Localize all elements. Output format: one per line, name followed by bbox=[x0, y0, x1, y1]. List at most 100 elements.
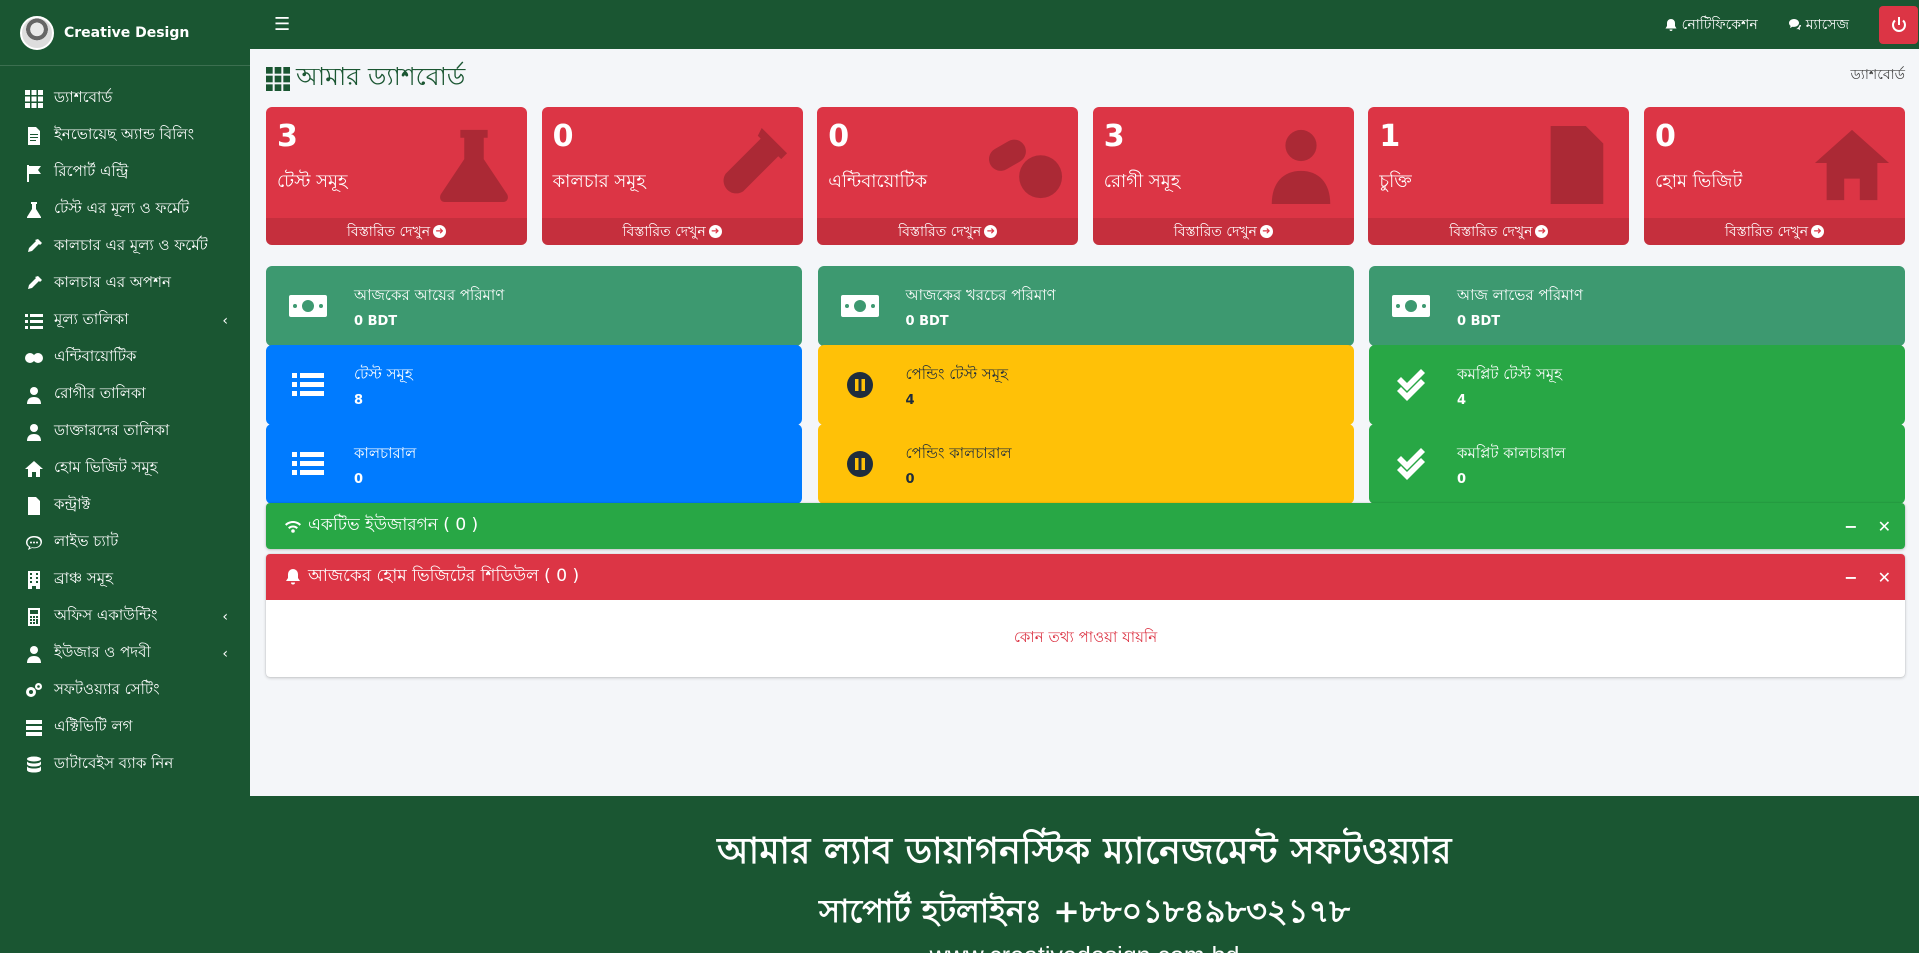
more-info-link[interactable]: বিস্তারিত দেখুন ➜ bbox=[266, 218, 527, 245]
info-box-title: আজকের খরচের পরিমাণ bbox=[905, 285, 1056, 304]
sidebar-item-price-list[interactable]: মূল্য তালিকা ‹ bbox=[0, 302, 250, 339]
arrow-circle-right-icon: ➜ bbox=[984, 225, 998, 238]
pause-circle-icon bbox=[830, 355, 890, 415]
arrow-circle-right-icon: ➜ bbox=[1811, 225, 1825, 238]
sidebar-item-contract[interactable]: কন্ট্রাক্ট bbox=[0, 487, 250, 524]
list-icon bbox=[278, 434, 338, 494]
list-icon bbox=[278, 355, 338, 415]
eyedropper-icon bbox=[24, 274, 44, 294]
sidebar-item-antibiotic[interactable]: এন্টিবায়োটিক bbox=[0, 339, 250, 376]
sidebar-item-label: রিপোর্ট এন্ট্রি bbox=[54, 162, 129, 180]
top-navbar: ☰ নোটিফিকেশন ম্যাসেজ bbox=[250, 0, 1919, 49]
sidebar-item-database-backup[interactable]: ডাটাবেইস ব্যাক নিন bbox=[0, 746, 250, 783]
chevron-left-icon: ‹ bbox=[222, 645, 228, 662]
hamburger-menu-icon[interactable]: ☰ bbox=[274, 14, 290, 35]
info-box-value: 4 bbox=[905, 392, 915, 408]
sidebar-item-dashboard[interactable]: ড্যাশবোর্ড bbox=[0, 80, 250, 117]
contract-icon bbox=[24, 496, 44, 516]
notification-link[interactable]: নোটিফিকেশন bbox=[1664, 13, 1758, 37]
arrow-circle-right-icon: ➜ bbox=[708, 225, 722, 238]
sidebar-item-test-price[interactable]: টেস্ট এর মূল্য ও ফর্মেট bbox=[0, 191, 250, 228]
info-box-value: 0 bbox=[354, 471, 364, 487]
pills-icon bbox=[24, 348, 44, 368]
page-header: আমার ড্যাশবোর্ড bbox=[266, 57, 465, 100]
sidebar-item-patients[interactable]: রোগীর তালিকা bbox=[0, 376, 250, 413]
more-info-link[interactable]: বিস্তারিত দেখুন ➜ bbox=[817, 218, 1079, 245]
sidebar-item-label: মূল্য তালিকা bbox=[54, 310, 129, 328]
sidebar-item-branches[interactable]: ব্রাঞ্চ সমূহ bbox=[0, 561, 250, 598]
more-info-link[interactable]: বিস্তারিত দেখুন ➜ bbox=[1092, 218, 1354, 245]
stat-label: টেস্ট সমূহ bbox=[277, 171, 348, 192]
stat-value: 3 bbox=[277, 119, 298, 154]
sidebar-item-label: অফিস একাউন্টিং bbox=[54, 606, 158, 624]
database-icon bbox=[24, 755, 44, 775]
contract-icon bbox=[1537, 125, 1615, 205]
info-box-income: আজকের আয়ের পরিমাণ 0 BDT bbox=[266, 266, 802, 346]
chat-icon bbox=[24, 533, 44, 553]
info-box-cultures: কালচারাল 0 bbox=[266, 424, 802, 504]
stat-label: চুক্তি bbox=[1379, 171, 1412, 192]
more-info-link[interactable]: বিস্তারিত দেখুন ➜ bbox=[1643, 218, 1905, 245]
minimize-icon[interactable]: − bbox=[1844, 568, 1857, 587]
brand[interactable]: Creative Design bbox=[0, 0, 250, 66]
footer-website: www.creativedesign.com.bd bbox=[250, 942, 1919, 953]
info-box-value: 0 BDT bbox=[354, 313, 398, 329]
flask-icon bbox=[24, 200, 44, 220]
message-link[interactable]: ম্যাসেজ bbox=[1788, 13, 1849, 37]
logout-button[interactable] bbox=[1879, 5, 1918, 44]
close-icon[interactable]: ✕ bbox=[1878, 517, 1891, 536]
breadcrumb[interactable]: ড্যাশবোর্ড bbox=[1851, 63, 1906, 87]
sidebar-item-activity-log[interactable]: এক্টিভিটি লগ bbox=[0, 709, 250, 746]
footer-hotline: সাপোর্ট হটলাইনঃ +৮৮০১৮৪৯৮৩২১৭৮ bbox=[818, 892, 1351, 930]
sidebar-item-label: হোম ভিজিট সমূহ bbox=[54, 458, 158, 476]
brand-name: Creative Design bbox=[64, 24, 190, 41]
sidebar-item-office-accounting[interactable]: অফিস একাউন্টিং ‹ bbox=[0, 598, 250, 635]
footer-banner: আমার ল্যাব ডায়াগনস্টিক ম্যানেজমেন্ট সফট… bbox=[250, 796, 1919, 953]
sidebar-item-home-visits[interactable]: হোম ভিজিট সমূহ bbox=[0, 450, 250, 487]
sidebar-item-culture-option[interactable]: কালচার এর অপশন bbox=[0, 265, 250, 302]
sidebar: Creative Design ড্যাশবোর্ড ইনভোয়েছ অ্যা… bbox=[0, 0, 250, 953]
stat-box-tests: 3 টেস্ট সমূহ বিস্তারিত দেখুন ➜ bbox=[266, 107, 527, 245]
card-title: একটিভ ইউজারগন ( 0 ) bbox=[308, 515, 479, 535]
sidebar-item-culture-price[interactable]: কালচার এর মূল্য ও ফর্মেট bbox=[0, 228, 250, 265]
stat-value: 1 bbox=[1379, 119, 1401, 154]
sidebar-item-label: কালচার এর মূল্য ও ফর্মেট bbox=[54, 236, 208, 254]
info-box-pending-tests: পেন্ডিং টেস্ট সমূহ 4 bbox=[817, 345, 1354, 425]
stat-value: 0 bbox=[552, 119, 574, 154]
info-box-profit: আজ লাভের পরিমাণ 0 BDT bbox=[1369, 266, 1905, 346]
comments-icon bbox=[1788, 18, 1801, 30]
doctor-icon bbox=[24, 422, 44, 442]
footer-title: আমার ল্যাব ডায়াগনস্টিক ম্যানেজমেন্ট সফট… bbox=[717, 830, 1452, 872]
home-visit-schedule-card: আজকের হোম ভিজিটের শিডিউল ( 0 ) − ✕ কোন ত… bbox=[266, 554, 1905, 677]
stat-box-cultures: 0 কালচার সমূহ বিস্তারিত দেখুন ➜ bbox=[541, 107, 803, 245]
sidebar-item-report-entry[interactable]: রিপোর্ট এন্ট্রি bbox=[0, 154, 250, 191]
info-box-value: 0 bbox=[1457, 471, 1467, 487]
sidebar-item-label: ইনভোয়েছ অ্যান্ড বিলিং bbox=[54, 125, 195, 143]
more-info-link[interactable]: বিস্তারিত দেখুন ➜ bbox=[541, 218, 803, 245]
sidebar-item-label: কালচার এর অপশন bbox=[54, 273, 171, 291]
minimize-icon[interactable]: − bbox=[1844, 517, 1857, 536]
stat-boxes-row: 3 টেস্ট সমূহ বিস্তারিত দেখুন ➜ 0 কালচার স… bbox=[266, 107, 1905, 245]
sidebar-item-users-roles[interactable]: ইউজার ও পদবী ‹ bbox=[0, 635, 250, 672]
info-box-title: কমপ্লিট টেস্ট সমূহ bbox=[1457, 364, 1563, 383]
card-header: আজকের হোম ভিজিটের শিডিউল ( 0 ) − ✕ bbox=[266, 554, 1905, 600]
test-tube-icon bbox=[711, 125, 789, 205]
sidebar-item-invoice[interactable]: ইনভোয়েছ অ্যান্ড বিলিং bbox=[0, 117, 250, 154]
calculator-icon bbox=[24, 607, 44, 627]
card-title: আজকের হোম ভিজিটের শিডিউল ( 0 ) bbox=[308, 566, 580, 586]
sidebar-item-software-settings[interactable]: সফটওয়্যার সেটিং bbox=[0, 672, 250, 709]
card-tools: − ✕ bbox=[1824, 517, 1891, 536]
money-icon bbox=[1381, 276, 1441, 336]
more-info-link[interactable]: বিস্তারিত দেখুন ➜ bbox=[1368, 218, 1630, 245]
info-box-title: আজ লাভের পরিমাণ bbox=[1457, 285, 1583, 304]
sidebar-item-label: ডাক্তারদের তালিকা bbox=[54, 421, 170, 439]
info-box-title: পেন্ডিং টেস্ট সমূহ bbox=[905, 364, 1009, 383]
info-box-value: 0 bbox=[905, 471, 915, 487]
list-icon bbox=[24, 311, 44, 331]
sidebar-item-live-chat[interactable]: লাইভ চ্যাট bbox=[0, 524, 250, 561]
sidebar-item-doctors[interactable]: ডাক্তারদের তালিকা bbox=[0, 413, 250, 450]
check-double-icon bbox=[1381, 434, 1441, 494]
close-icon[interactable]: ✕ bbox=[1878, 568, 1891, 587]
info-box-value: 8 bbox=[354, 392, 364, 408]
info-box-title: পেন্ডিং কালচারাল bbox=[905, 443, 1012, 462]
